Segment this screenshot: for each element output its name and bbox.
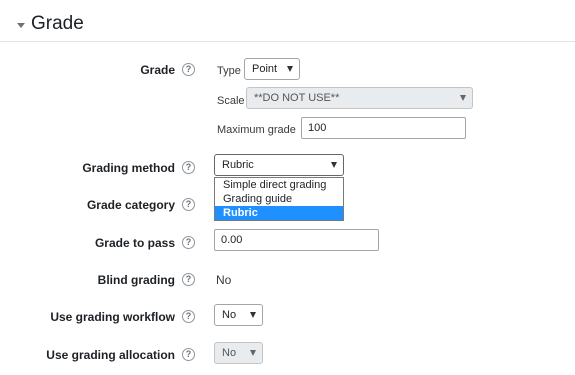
dropdown-option-selected[interactable]: Rubric [215, 206, 343, 220]
section-header: Grade [0, 0, 575, 42]
chevron-down-icon [250, 312, 256, 318]
help-icon[interactable]: ? [182, 63, 195, 76]
grading-method-label: Grading method [82, 161, 175, 175]
grading-workflow-value: No [222, 309, 237, 321]
type-select[interactable]: Point [244, 58, 300, 80]
scale-select-value: **DO NOT USE** [254, 92, 340, 104]
grade-to-pass-input[interactable]: 0.00 [214, 229, 379, 251]
grade-to-pass-label: Grade to pass [94, 236, 175, 250]
help-icon[interactable]: ? [182, 161, 195, 174]
chevron-down-icon [287, 66, 293, 72]
dropdown-option[interactable]: Grading guide [215, 192, 343, 206]
section-title[interactable]: Grade [31, 13, 84, 35]
chevron-down-icon [250, 350, 256, 356]
scale-label: Scale [217, 95, 245, 107]
grading-allocation-select: No [214, 342, 263, 364]
help-icon[interactable]: ? [182, 273, 195, 286]
blind-grading-label: Blind grading [97, 273, 175, 287]
dropdown-option[interactable]: Simple direct grading [215, 178, 343, 192]
grading-workflow-select[interactable]: No [214, 304, 263, 326]
type-select-value: Point [252, 63, 278, 75]
grading-method-dropdown: Simple direct grading Grading guide Rubr… [214, 177, 344, 221]
grade-label: Grade [140, 63, 175, 77]
max-grade-label: Maximum grade [217, 124, 296, 136]
grading-method-select[interactable]: Rubric [214, 154, 344, 176]
grading-allocation-value: No [222, 347, 237, 359]
help-icon[interactable]: ? [182, 348, 195, 361]
scale-select: **DO NOT USE** [246, 87, 473, 109]
grading-allocation-label: Use grading allocation [46, 348, 175, 362]
chevron-down-icon [331, 162, 337, 168]
collapse-chevron-icon[interactable] [17, 23, 25, 28]
help-icon[interactable]: ? [182, 198, 195, 211]
blind-grading-value: No [216, 273, 232, 287]
grading-workflow-label: Use grading workflow [50, 310, 175, 324]
grading-method-value: Rubric [222, 159, 254, 171]
help-icon[interactable]: ? [182, 310, 195, 323]
help-icon[interactable]: ? [182, 236, 195, 249]
type-label: Type [217, 65, 241, 77]
max-grade-input[interactable]: 100 [301, 117, 466, 139]
chevron-down-icon [460, 95, 466, 101]
grade-category-label: Grade category [86, 198, 175, 212]
